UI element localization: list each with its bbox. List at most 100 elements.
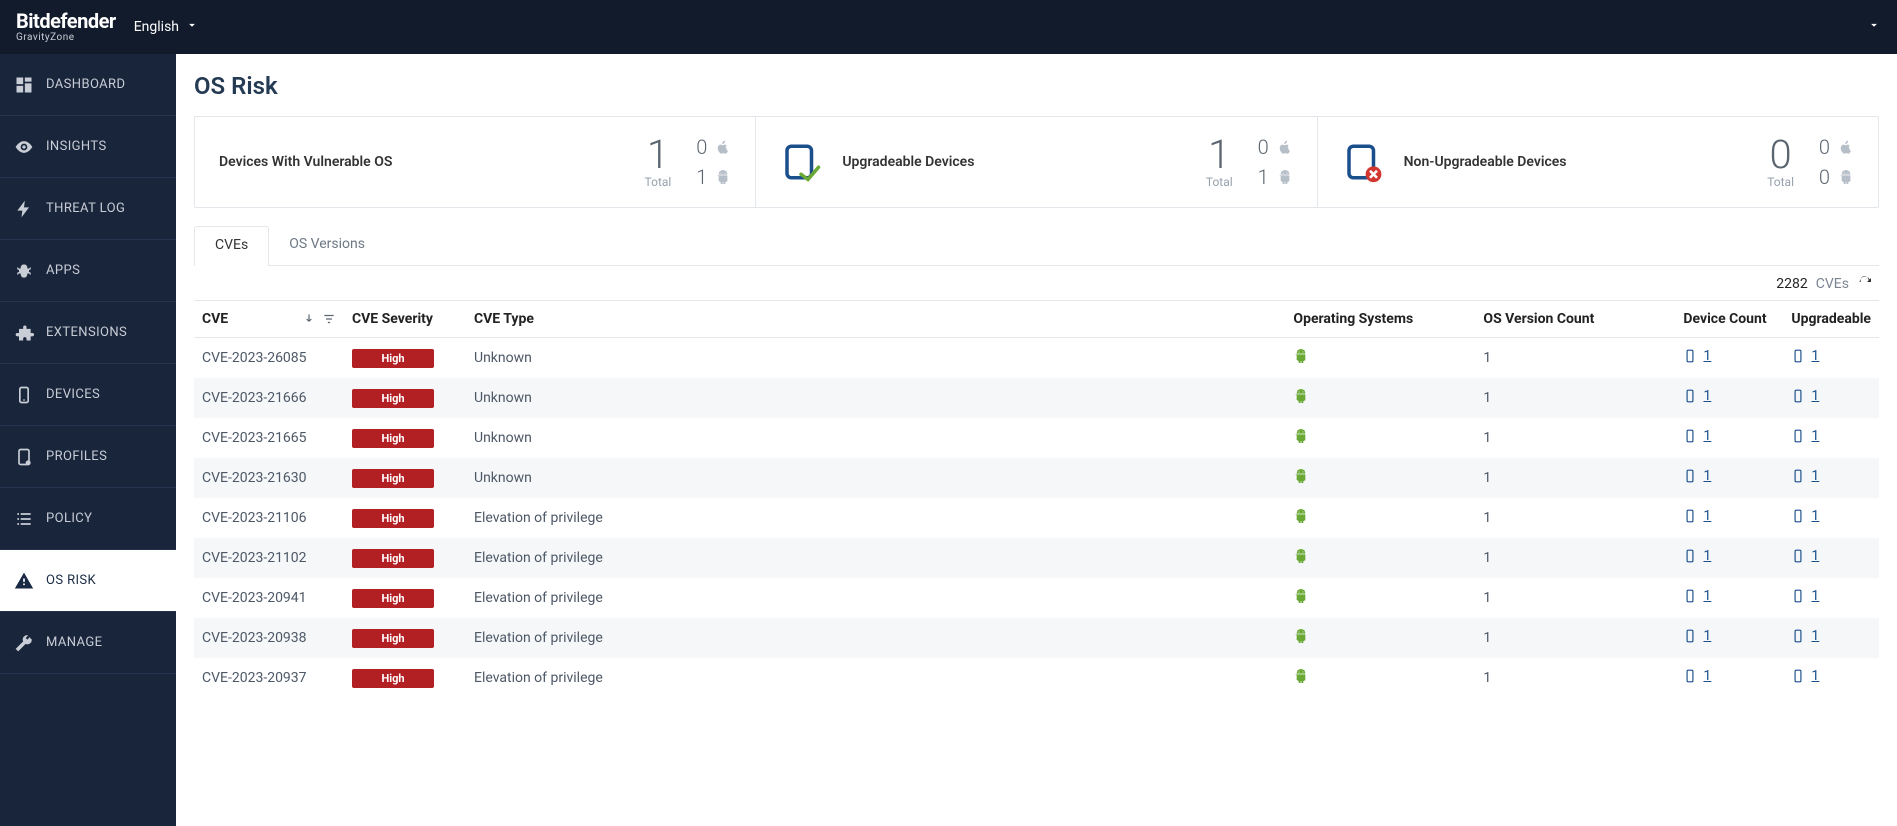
- upgradeable-link[interactable]: 1: [1791, 586, 1819, 606]
- cell-cve: CVE-2023-21665: [194, 418, 344, 458]
- main-content: OS Risk Devices With Vulnerable OS 1 Tot…: [176, 54, 1897, 826]
- severity-badge: High: [352, 629, 434, 648]
- sidebar-item-manage[interactable]: MANAGE: [0, 612, 176, 674]
- table-row[interactable]: CVE-2023-21665 High Unknown 1 1 1: [194, 418, 1879, 458]
- severity-badge: High: [352, 549, 434, 568]
- chevron-down-icon: [185, 18, 199, 36]
- cell-device-count: 1: [1675, 618, 1783, 658]
- device-count-link[interactable]: 1: [1683, 426, 1711, 446]
- severity-badge: High: [352, 429, 434, 448]
- table-row[interactable]: CVE-2023-21106 High Elevation of privile…: [194, 498, 1879, 538]
- table-row[interactable]: CVE-2023-21630 High Unknown 1 1 1: [194, 458, 1879, 498]
- card-non-upgradeable-devices: Non-Upgradeable Devices 0 Total 0 0: [1317, 117, 1878, 207]
- android-icon: [1293, 667, 1309, 685]
- severity-badge: High: [352, 509, 434, 528]
- col-header-version-count[interactable]: OS Version Count: [1475, 301, 1675, 338]
- card-label: Devices With Vulnerable OS: [219, 153, 392, 171]
- phone-icon: [1791, 666, 1805, 686]
- col-header-os[interactable]: Operating Systems: [1285, 301, 1475, 338]
- result-count-label: CVEs: [1816, 276, 1849, 292]
- phone-icon: [1683, 666, 1697, 686]
- cell-upgradeable: 1: [1783, 378, 1879, 418]
- cell-upgradeable: 1: [1783, 538, 1879, 578]
- bolt-icon: [14, 199, 34, 219]
- sidebar-item-os-risk[interactable]: OS RISK: [0, 550, 176, 612]
- upgradeable-link[interactable]: 1: [1791, 386, 1819, 406]
- cell-cve: CVE-2023-20941: [194, 578, 344, 618]
- sidebar-item-threat-log[interactable]: THREAT LOG: [0, 178, 176, 240]
- result-count: 2282: [1776, 276, 1807, 292]
- apple-icon: [1277, 139, 1293, 155]
- sidebar-item-profiles[interactable]: PROFILES: [0, 426, 176, 488]
- cell-os: [1285, 338, 1475, 379]
- device-count-link[interactable]: 1: [1683, 506, 1711, 526]
- android-icon: [1293, 587, 1309, 605]
- filter-icon[interactable]: [322, 312, 336, 326]
- device-count-link[interactable]: 1: [1683, 346, 1711, 366]
- sidebar-item-label: INSIGHTS: [46, 139, 107, 154]
- sidebar-item-devices[interactable]: DEVICES: [0, 364, 176, 426]
- cell-version-count: 1: [1475, 378, 1675, 418]
- upgradeable-link[interactable]: 1: [1791, 426, 1819, 446]
- upgradeable-link[interactable]: 1: [1791, 666, 1819, 686]
- user-menu-toggle[interactable]: [1867, 18, 1881, 36]
- sidebar-item-extensions[interactable]: EXTENSIONS: [0, 302, 176, 364]
- cell-device-count: 1: [1675, 578, 1783, 618]
- col-header-upgradeable[interactable]: Upgradeable: [1783, 301, 1879, 338]
- col-header-severity[interactable]: CVE Severity: [344, 301, 466, 338]
- cell-type: Elevation of privilege: [466, 578, 1285, 618]
- upgradeable-link[interactable]: 1: [1791, 466, 1819, 486]
- cell-severity: High: [344, 458, 466, 498]
- upgradeable-link[interactable]: 1: [1791, 546, 1819, 566]
- table-row[interactable]: CVE-2023-20937 High Elevation of privile…: [194, 658, 1879, 698]
- sort-icon[interactable]: [302, 312, 316, 326]
- device-count-link[interactable]: 1: [1683, 666, 1711, 686]
- device-count-link[interactable]: 1: [1683, 466, 1711, 486]
- brand-name: Bitdefender: [16, 11, 116, 31]
- table-row[interactable]: CVE-2023-20941 High Elevation of privile…: [194, 578, 1879, 618]
- table-row[interactable]: CVE-2023-26085 High Unknown 1 1 1: [194, 338, 1879, 379]
- device-icon: [14, 385, 34, 405]
- android-icon: [1277, 169, 1293, 185]
- sidebar-item-insights[interactable]: INSIGHTS: [0, 116, 176, 178]
- device-count-link[interactable]: 1: [1683, 586, 1711, 606]
- device-count-link[interactable]: 1: [1683, 626, 1711, 646]
- result-count-bar: 2282 CVEs: [194, 266, 1879, 300]
- android-icon: [1293, 387, 1309, 405]
- table-row[interactable]: CVE-2023-21102 High Elevation of privile…: [194, 538, 1879, 578]
- upgradeable-link[interactable]: 1: [1791, 346, 1819, 366]
- upgradeable-link[interactable]: 1: [1791, 506, 1819, 526]
- card-total-label: Total: [1767, 175, 1794, 189]
- refresh-button[interactable]: [1857, 274, 1873, 294]
- table-row[interactable]: CVE-2023-21666 High Unknown 1 1 1: [194, 378, 1879, 418]
- sidebar-item-policy[interactable]: POLICY: [0, 488, 176, 550]
- profile-icon: [14, 447, 34, 467]
- upgradeable-link[interactable]: 1: [1791, 626, 1819, 646]
- sidebar-item-apps[interactable]: APPS: [0, 240, 176, 302]
- device-count-link[interactable]: 1: [1683, 546, 1711, 566]
- cell-type: Elevation of privilege: [466, 498, 1285, 538]
- table-row[interactable]: CVE-2023-20938 High Elevation of privile…: [194, 618, 1879, 658]
- tab-cves[interactable]: CVEs: [194, 226, 269, 266]
- col-header-cve-label: CVE: [202, 311, 228, 327]
- col-header-cve[interactable]: CVE: [194, 301, 344, 338]
- col-header-type[interactable]: CVE Type: [466, 301, 1285, 338]
- device-count-link[interactable]: 1: [1683, 386, 1711, 406]
- phone-icon: [1683, 506, 1697, 526]
- apple-icon: [715, 139, 731, 155]
- severity-badge: High: [352, 589, 434, 608]
- sidebar-item-dashboard[interactable]: DASHBOARD: [0, 54, 176, 116]
- card-android-count: 1: [1249, 165, 1269, 189]
- puzzle-icon: [14, 323, 34, 343]
- cell-device-count: 1: [1675, 458, 1783, 498]
- phone-icon: [1791, 426, 1805, 446]
- cell-version-count: 1: [1475, 578, 1675, 618]
- cell-os: [1285, 618, 1475, 658]
- sidebar-item-label: MANAGE: [46, 635, 102, 650]
- col-header-device-count[interactable]: Device Count: [1675, 301, 1783, 338]
- cell-type: Unknown: [466, 378, 1285, 418]
- tab-os-versions[interactable]: OS Versions: [269, 226, 385, 265]
- card-apple-count: 0: [1249, 135, 1269, 159]
- phone-icon: [1683, 546, 1697, 566]
- language-selector[interactable]: English: [134, 18, 199, 36]
